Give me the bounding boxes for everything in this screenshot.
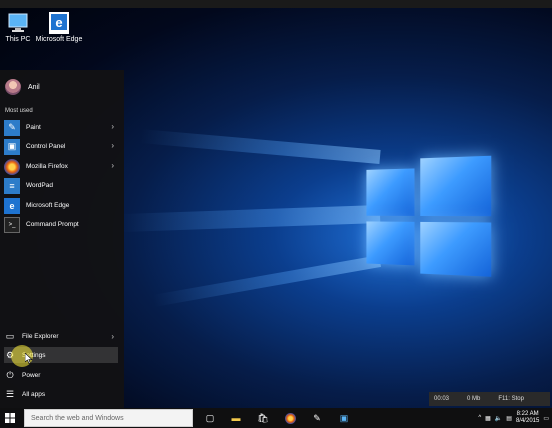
remote-icon[interactable]: ▣ <box>337 411 351 425</box>
store-icon[interactable]: 🛍 <box>256 411 270 425</box>
list-icon: ☰ <box>5 388 15 399</box>
desktop-icon-edge[interactable]: e Microsoft Edge <box>34 12 84 44</box>
clock-date: 8/4/2015 <box>515 418 540 424</box>
start-item-control-panel[interactable]: ▣ Control Panel › <box>4 138 118 155</box>
logo-pane <box>366 221 415 266</box>
chevron-up-icon[interactable]: ^ <box>478 415 481 421</box>
notification-icon[interactable]: ▤ <box>506 415 512 422</box>
start-item-label: All apps <box>22 390 46 398</box>
start-button[interactable] <box>0 408 20 428</box>
windows-logo-wallpaper <box>366 147 498 277</box>
start-item-label: Microsoft Edge <box>26 202 70 209</box>
chevron-right-icon[interactable]: › <box>111 122 114 131</box>
search-input[interactable]: Search the web and Windows <box>24 409 193 427</box>
start-item-label: Control Panel <box>26 143 66 150</box>
recorder-elapsed: 00:03 <box>434 396 450 402</box>
recorder-size: 0 Mb <box>467 396 481 402</box>
wordpad-icon: ≡ <box>4 177 20 194</box>
network-icon[interactable]: ▦ <box>485 415 491 422</box>
start-item-wordpad[interactable]: ≡ WordPad <box>4 177 118 194</box>
start-item-paint[interactable]: ✎ Paint › <box>4 119 118 136</box>
command-prompt-icon: >_ <box>4 216 20 233</box>
logo-pane <box>420 155 492 217</box>
avatar <box>5 79 21 95</box>
folder-icon: ▭ <box>5 330 15 341</box>
file-explorer-icon[interactable]: ▬ <box>229 411 243 425</box>
windows-icon <box>5 413 15 423</box>
chevron-right-icon[interactable]: › <box>111 141 114 150</box>
clock[interactable]: 8:22 AM 8/4/2015 <box>516 411 539 425</box>
power-icon: ⏻ <box>6 369 14 380</box>
user-account[interactable]: Anil <box>5 78 40 96</box>
recorder-hint: F11: Stop <box>498 396 524 402</box>
start-item-command-prompt[interactable]: >_ Command Prompt <box>4 216 118 233</box>
recorder-bar: 00:03 0 Mb F11: Stop <box>429 392 550 406</box>
control-panel-icon: ▣ <box>4 138 20 155</box>
start-item-edge[interactable]: e Microsoft Edge <box>4 197 118 214</box>
chevron-right-icon[interactable]: › <box>111 161 114 170</box>
start-item-power[interactable]: ⏻ Power <box>4 367 118 383</box>
start-item-label: Power <box>22 371 41 379</box>
firefox-icon <box>4 158 20 175</box>
start-item-all-apps[interactable]: ☰ All apps <box>4 386 118 402</box>
light-beam <box>152 255 382 307</box>
action-center-icon[interactable]: ▭ <box>543 415 549 422</box>
this-pc-icon <box>5 12 31 34</box>
search-placeholder: Search the web and Windows <box>31 414 124 422</box>
edge-icon: e <box>46 12 72 34</box>
paint-icon: ✎ <box>4 119 20 136</box>
most-used-heading: Most used <box>5 108 33 114</box>
volume-icon[interactable]: 🔈 <box>495 415 502 422</box>
start-item-label: WordPad <box>26 182 53 189</box>
light-beam <box>140 129 381 164</box>
desktop-icon-label: Microsoft Edge <box>35 36 83 43</box>
svg-text:e: e <box>55 15 62 30</box>
start-item-label: Mozilla Firefox <box>26 163 68 170</box>
user-name: Anil <box>28 83 40 91</box>
paint-icon[interactable]: ✎ <box>310 411 324 425</box>
start-item-firefox[interactable]: Mozilla Firefox › <box>4 158 118 175</box>
start-item-file-explorer[interactable]: ▭ File Explorer › <box>4 328 118 344</box>
start-item-label: Paint <box>26 124 41 131</box>
taskbar: Search the web and Windows ▢ ▬ 🛍 ✎ ▣ ^ ▦… <box>0 408 552 428</box>
light-beam <box>119 205 381 233</box>
logo-pane <box>366 168 415 216</box>
chevron-right-icon[interactable]: › <box>111 332 114 341</box>
start-item-label: Command Prompt <box>26 221 79 228</box>
firefox-icon[interactable] <box>283 411 297 425</box>
system-tray: ^ ▦ 🔈 ▤ 8:22 AM 8/4/2015 ▭ <box>478 409 549 427</box>
start-item-label: File Explorer <box>22 332 59 340</box>
top-bar <box>0 0 552 8</box>
mouse-pointer-icon <box>25 353 33 364</box>
logo-pane <box>420 221 492 277</box>
edge-icon: e <box>4 197 20 214</box>
task-view-icon[interactable]: ▢ <box>203 411 217 425</box>
clock-time: 8:22 AM <box>516 411 539 417</box>
